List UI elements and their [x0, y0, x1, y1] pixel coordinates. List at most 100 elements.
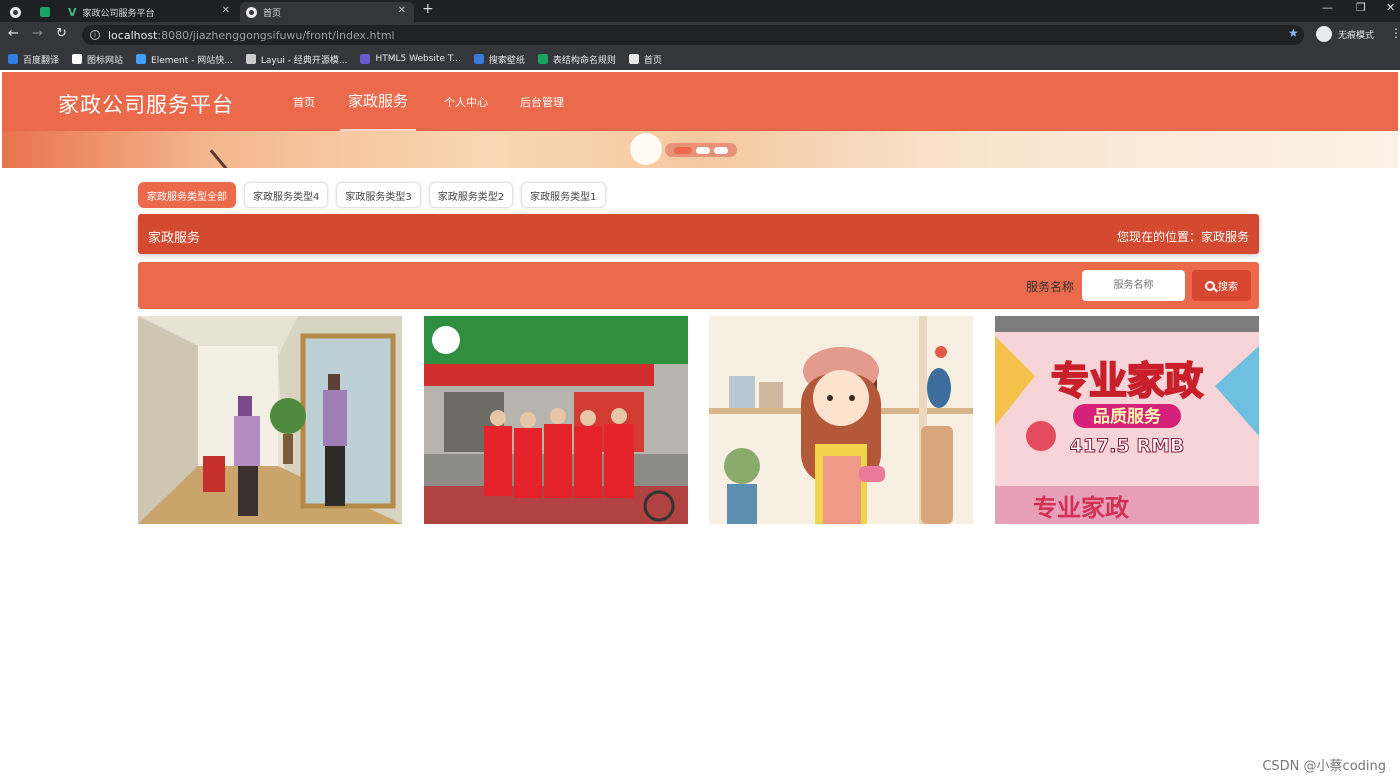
new-tab-button[interactable]: +: [422, 1, 434, 17]
site-brand: 家政公司服务平台: [58, 93, 234, 117]
browser-toolbar: ← → ↻ i localhost :8080/jiazhenggongsifu…: [0, 22, 1400, 48]
nav-label: 后台管理: [520, 95, 564, 109]
search-button[interactable]: 搜索: [1192, 270, 1251, 301]
sheet-icon: [40, 7, 50, 17]
bookmark-item[interactable]: 百度翻译: [8, 53, 59, 66]
section-header: 家政服务 您现在的位置：家政服务: [138, 214, 1259, 254]
nav-personal-center[interactable]: 个人中心: [444, 72, 488, 131]
bookmark-label: 首页: [643, 55, 662, 66]
search-input[interactable]: [1082, 270, 1185, 301]
browser-tab-pinned-2[interactable]: [34, 2, 58, 22]
category-type-2[interactable]: 家政服务类型2: [428, 182, 514, 208]
service-card[interactable]: [138, 316, 402, 524]
watermark: CSDN @小蔡coding: [1262, 759, 1386, 774]
bookmark-icon: [136, 54, 147, 64]
profile-button[interactable]: 无痕模式: [1316, 26, 1374, 42]
category-type-3[interactable]: 家政服务类型3: [336, 182, 421, 208]
site-header: 家政公司服务平台 首页 家政服务 个人中心 后台管理: [2, 72, 1398, 131]
cleaning-photo-image: [138, 316, 402, 524]
forward-icon[interactable]: →: [32, 26, 43, 41]
close-icon[interactable]: ✕: [398, 5, 406, 16]
poster-title-repeat: 专业家政: [1033, 494, 1129, 522]
category-type-4[interactable]: 家政服务类型4: [244, 182, 329, 208]
banner-carousel[interactable]: [2, 131, 1398, 168]
browser-tab-pinned[interactable]: [4, 2, 28, 22]
close-icon[interactable]: ✕: [222, 5, 230, 16]
bookmark-item[interactable]: 表结构命名规则: [537, 53, 616, 66]
browser-tab-platform[interactable]: V 家政公司服务平台 ✕: [62, 2, 238, 22]
close-window-icon[interactable]: ✕: [1386, 1, 1395, 14]
bookmark-item[interactable]: Layui - 经典开源模...: [245, 53, 348, 66]
poster-price: 417.5 RMB: [1070, 435, 1185, 457]
nav-label: 个人中心: [444, 95, 488, 109]
globe-icon: [10, 6, 21, 18]
banner-decoration: [209, 131, 295, 168]
search-icon: [1205, 280, 1215, 291]
browser-tab-home[interactable]: 首页 ✕: [240, 2, 414, 22]
carousel-indicators: [665, 143, 737, 157]
address-bar[interactable]: i localhost :8080/jiazhenggongsifuwu/fro…: [82, 25, 1304, 45]
service-card[interactable]: [424, 316, 688, 524]
profile-label: 无痕模式: [1338, 30, 1375, 41]
menu-icon[interactable]: ⋮: [1390, 26, 1400, 40]
category-all[interactable]: 家政服务类型全部: [138, 182, 236, 208]
carousel-dot[interactable]: [714, 146, 728, 154]
service-card[interactable]: 专业家政 品质服务 417.5 RMB 专业家政: [995, 316, 1259, 524]
breadcrumb: 您现在的位置：家政服务: [1116, 230, 1249, 244]
search-button-label: 搜索: [1218, 282, 1238, 293]
bookmark-icon: [537, 54, 548, 64]
reload-icon[interactable]: ↻: [56, 26, 67, 41]
bookmark-label: HTML5 Website T...: [375, 54, 461, 64]
category-filter: 家政服务类型全部 家政服务类型4 家政服务类型3 家政服务类型2 家政服务类型1: [138, 182, 606, 208]
carousel-dot[interactable]: [674, 146, 692, 154]
bookmark-icon: [360, 54, 371, 64]
bookmark-item[interactable]: 搜索壁纸: [473, 53, 525, 66]
nav-label: 家政服务: [348, 92, 409, 110]
promo-poster-image: 专业家政 品质服务 417.5 RMB 专业家政: [995, 316, 1259, 524]
bookmark-item[interactable]: HTML5 Website T...: [360, 54, 461, 64]
bookmark-label: Layui - 经典开源模...: [260, 55, 348, 66]
nav-label: 首页: [293, 95, 315, 109]
bookmark-icon: [473, 54, 484, 64]
bookmark-icon: [72, 54, 83, 64]
info-icon[interactable]: i: [90, 30, 100, 40]
bookmark-item[interactable]: 首页: [628, 53, 662, 66]
nav-services[interactable]: 家政服务: [340, 72, 417, 131]
bookmarks-bar: 百度翻译 图标网站 Element - 网站快... Layui - 经典开源模...…: [0, 48, 1400, 70]
back-icon[interactable]: ←: [8, 26, 19, 41]
browser-tab-strip: V 家政公司服务平台 ✕ 首页 ✕ + — ❐ ✕: [0, 0, 1400, 22]
minimize-icon[interactable]: —: [1322, 1, 1333, 14]
poster-title: 专业家政: [1051, 359, 1203, 403]
url-path: :8080/jiazhenggongsifuwu/front/index.htm…: [157, 28, 395, 42]
bookmark-icon: [8, 54, 18, 64]
category-type-1[interactable]: 家政服务类型1: [521, 182, 606, 208]
incognito-icon: [1316, 26, 1332, 42]
nav-admin[interactable]: 后台管理: [520, 72, 564, 131]
section-title: 家政服务: [148, 231, 201, 246]
service-list: 专业家政 品质服务 417.5 RMB 专业家政: [138, 316, 1259, 524]
team-photo-image: [424, 316, 688, 524]
cursor-highlight: [1026, 421, 1056, 451]
vue-icon: V: [68, 5, 77, 19]
globe-icon: [246, 6, 257, 18]
bookmark-star-icon[interactable]: ★: [1288, 26, 1299, 40]
bookmark-icon: [628, 54, 639, 64]
poster-subtitle: 品质服务: [1093, 406, 1162, 427]
bookmark-icon: [245, 54, 256, 64]
restore-icon[interactable]: ❐: [1356, 1, 1366, 14]
carousel-dot[interactable]: [696, 146, 710, 154]
nav-home[interactable]: 首页: [293, 72, 315, 131]
bookmark-item[interactable]: 图标网站: [72, 53, 123, 66]
bookmark-label: 图标网站: [87, 55, 124, 66]
tab-title: 家政公司服务平台: [82, 8, 155, 19]
bookmark-label: 搜索壁纸: [488, 55, 525, 66]
bookmark-label: 表结构命名规则: [552, 55, 616, 66]
housekeeper-illustration-image: [709, 316, 973, 524]
bookmark-label: Element - 网站快...: [151, 55, 233, 66]
url-host: localhost: [108, 28, 158, 42]
search-bar: 服务名称 搜索: [138, 262, 1259, 309]
banner-decoration: [630, 133, 662, 165]
bookmark-item[interactable]: Element - 网站快...: [136, 53, 233, 66]
bookmark-label: 百度翻译: [23, 55, 60, 66]
service-card[interactable]: [709, 316, 973, 524]
